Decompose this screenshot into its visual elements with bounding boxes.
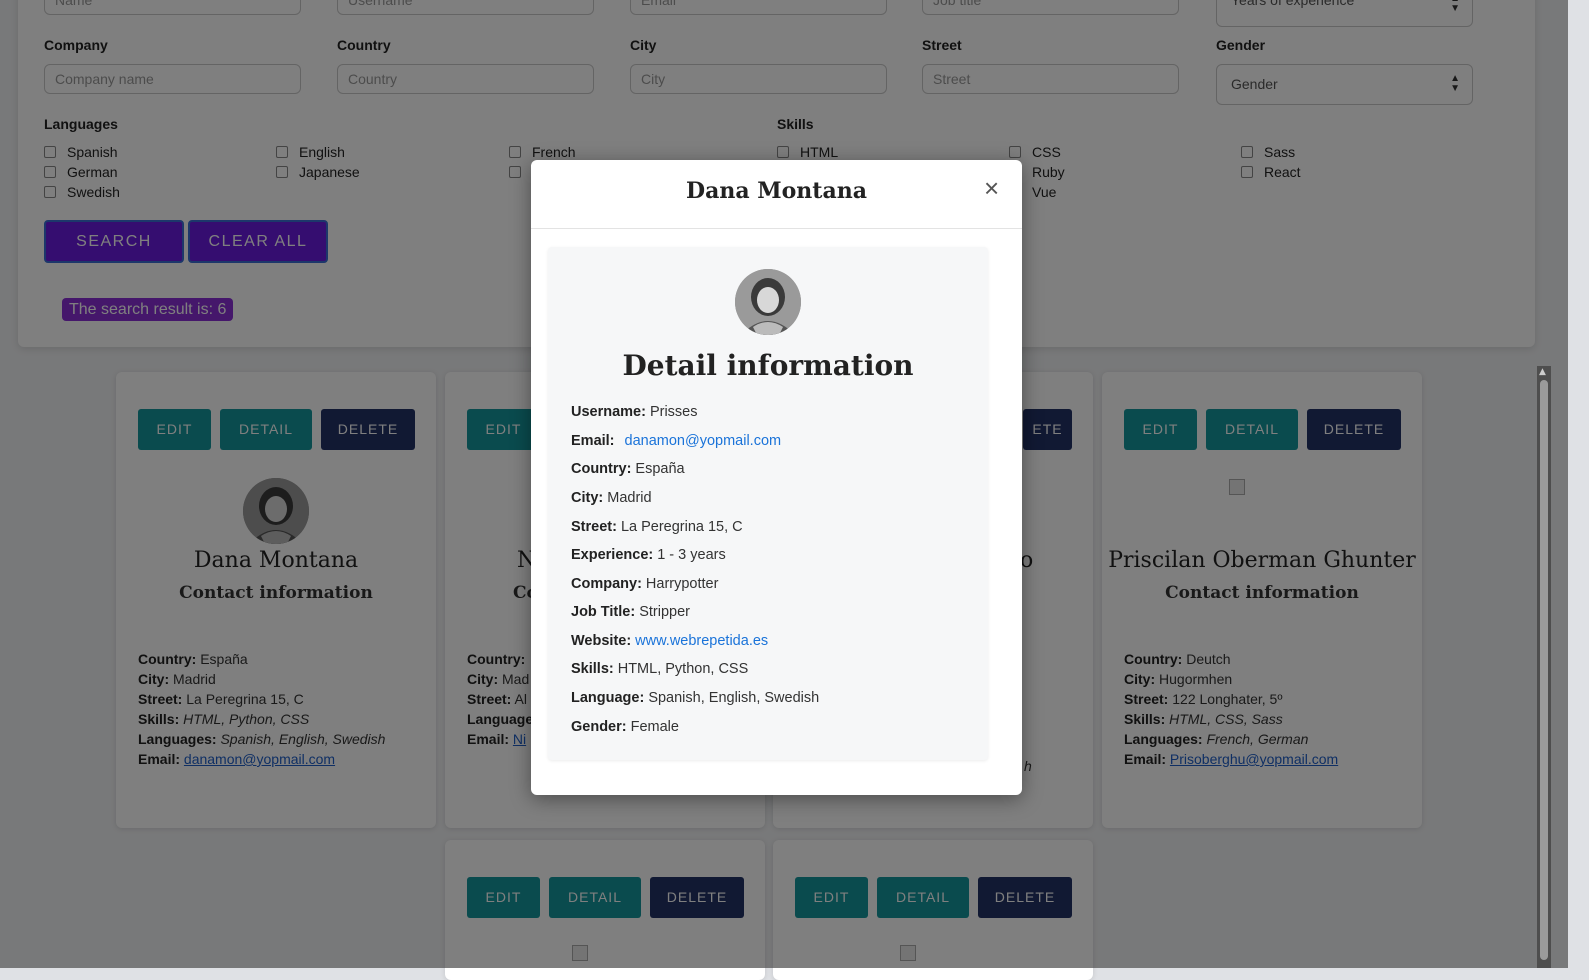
detail-value: HTML, Python, CSS — [617, 661, 749, 677]
detail-label: Skills: — [571, 661, 614, 677]
detail-value: La Peregrina 15, C — [620, 519, 743, 535]
detail-website: Website: www.webrepetida.es — [571, 631, 768, 651]
detail-skills: Skills: HTML, Python, CSS — [571, 659, 748, 679]
detail-value: Prisses — [649, 404, 698, 420]
email-link[interactable]: danamon@yopmail.com — [625, 433, 782, 449]
detail-company: Company: Harrypotter — [571, 574, 718, 594]
detail-label: Gender: — [571, 719, 627, 735]
detail-value: España — [635, 461, 685, 477]
detail-experience: Experience: 1 - 3 years — [571, 545, 726, 565]
detail-city: City: Madrid — [571, 488, 652, 508]
detail-label: Website: — [571, 633, 632, 649]
detail-value: Stripper — [639, 604, 690, 620]
scrollbar-thumb[interactable] — [1540, 380, 1548, 960]
detail-country: Country: España — [571, 459, 685, 479]
detail-username: Username: Prisses — [571, 402, 698, 422]
detail-label: Language: — [571, 690, 645, 706]
detail-street: Street: La Peregrina 15, C — [571, 517, 743, 537]
detail-value: Spanish, English, Swedish — [648, 690, 820, 706]
detail-value: Madrid — [607, 490, 652, 506]
detail-label: Email: — [571, 433, 615, 449]
detail-label: Experience: — [571, 547, 654, 563]
detail-gender: Gender: Female — [571, 717, 679, 737]
detail-label: Username: — [571, 404, 646, 420]
scrollbar[interactable]: ▲ — [1537, 366, 1551, 968]
detail-value: Female — [630, 719, 679, 735]
detail-label: Company: — [571, 576, 642, 592]
modal-title: Dana Montana — [686, 178, 867, 204]
detail-modal: Dana Montana × Detail information Userna… — [531, 160, 1022, 795]
website-link[interactable]: www.webrepetida.es — [635, 633, 768, 649]
modal-header: Dana Montana × — [531, 160, 1022, 229]
detail-label: City: — [571, 490, 604, 506]
detail-value: 1 - 3 years — [657, 547, 726, 563]
scroll-up-arrow-icon[interactable]: ▲ — [1539, 368, 1546, 377]
detail-language: Language: Spanish, English, Swedish — [571, 688, 819, 708]
detail-label: Country: — [571, 461, 632, 477]
detail-label: Job Title: — [571, 604, 636, 620]
modal-body: Detail information Username: Prisses Emai… — [548, 247, 988, 760]
detail-label: Street: — [571, 519, 617, 535]
avatar — [735, 269, 801, 335]
detail-value: Harrypotter — [645, 576, 719, 592]
detail-heading: Detail information — [622, 349, 914, 382]
detail-job-title: Job Title: Stripper — [571, 602, 690, 622]
detail-email: Email: danamon@yopmail.com — [571, 431, 781, 451]
close-icon[interactable]: × — [984, 175, 999, 201]
